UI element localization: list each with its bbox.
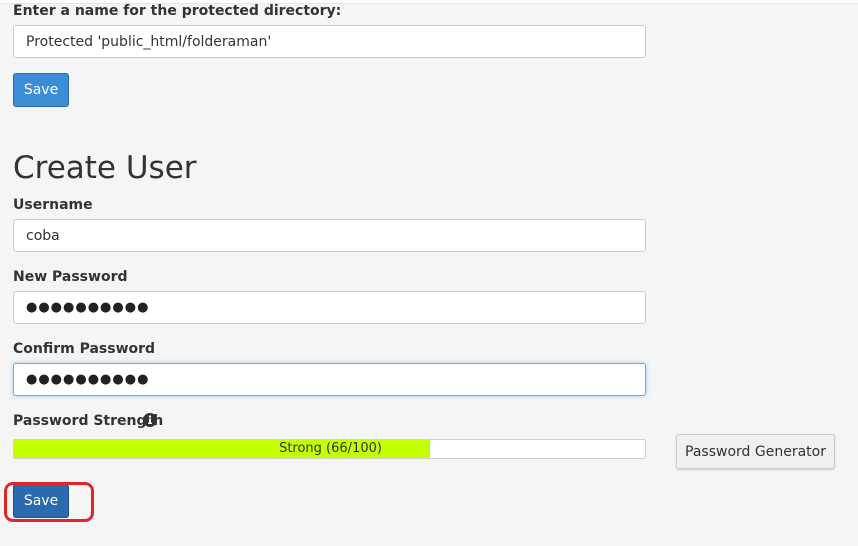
password-strength-text: Strong (66/100): [279, 441, 382, 456]
directory-save-button[interactable]: Save: [13, 73, 69, 107]
directory-name-label: Enter a name for the protected directory…: [13, 3, 342, 19]
create-user-heading: Create User: [13, 150, 197, 186]
confirm-password-input[interactable]: ●●●●●●●●●●: [13, 363, 646, 396]
info-circle-icon[interactable]: [143, 413, 157, 427]
password-strength-label: Password Strength: [13, 413, 164, 429]
password-generator-button[interactable]: Password Generator: [676, 434, 835, 469]
create-user-save-button[interactable]: Save: [13, 484, 69, 518]
directory-name-input[interactable]: [13, 25, 646, 58]
username-input[interactable]: [13, 219, 646, 252]
username-label: Username: [13, 197, 93, 213]
confirm-password-label: Confirm Password: [13, 341, 156, 357]
password-strength-meter: Strong (66/100): [13, 439, 646, 459]
new-password-label: New Password: [13, 269, 128, 285]
new-password-input[interactable]: ●●●●●●●●●●: [13, 291, 646, 324]
